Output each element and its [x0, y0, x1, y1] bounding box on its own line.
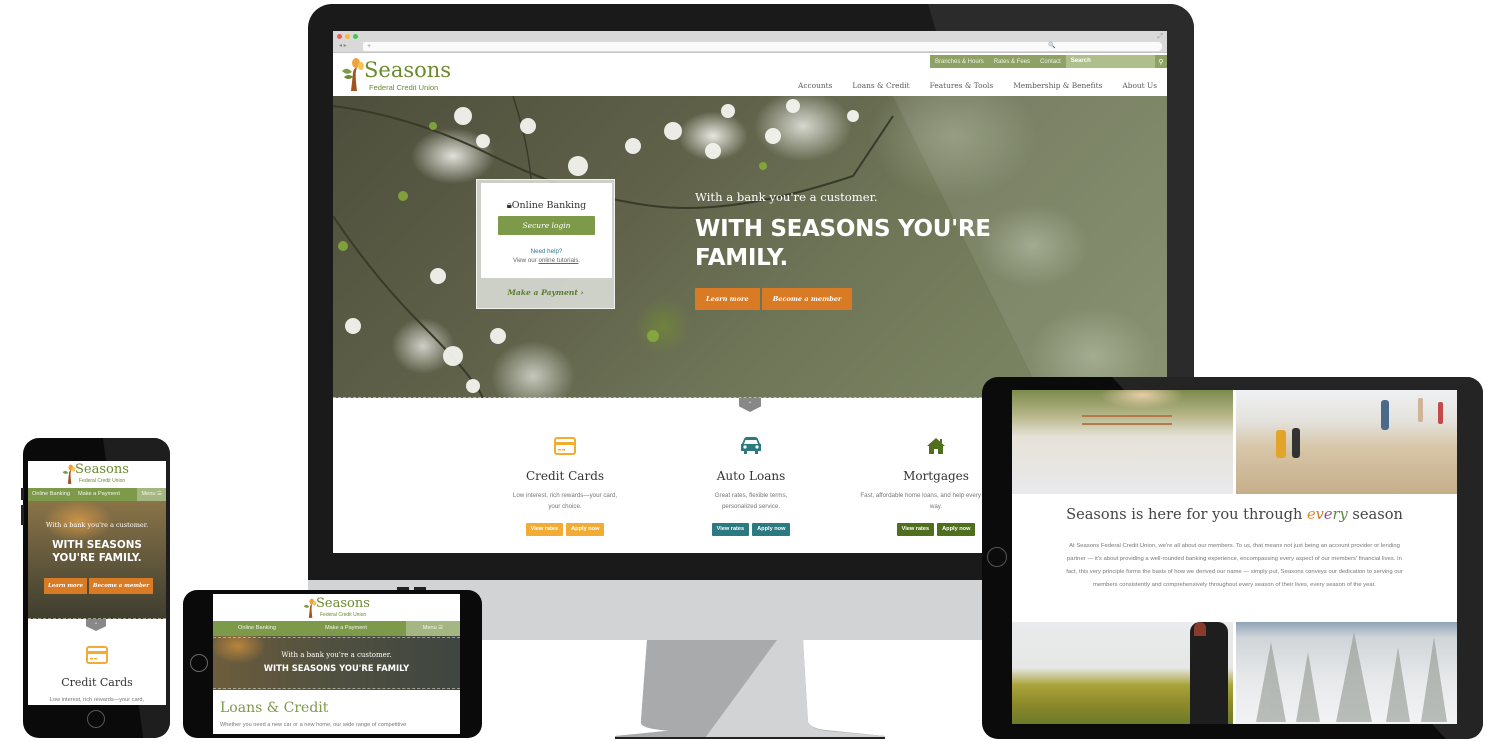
tree-logo-icon	[303, 598, 317, 618]
make-payment-link[interactable]: Make a Payment ›	[477, 288, 614, 297]
menu-button[interactable]: Menu ☰	[406, 621, 460, 636]
utility-link-contact[interactable]: Contact	[1035, 59, 1066, 65]
menu-button[interactable]: Menu ☰	[137, 488, 166, 501]
nav-membership-benefits[interactable]: Membership & Benefits	[1003, 81, 1112, 90]
utility-link-branches[interactable]: Branches & Hours	[930, 59, 989, 65]
learn-more-button[interactable]: Learn more	[695, 288, 760, 310]
phone-volume-button	[21, 505, 24, 525]
scroll-down-tab[interactable]: ⌄	[739, 398, 761, 412]
view-rates-button[interactable]: View rates	[525, 523, 564, 536]
section-title: Loans & Credit	[220, 700, 329, 716]
address-bar[interactable]: +	[363, 42, 1069, 51]
phone-home-button[interactable]	[87, 710, 105, 728]
apply-now-button[interactable]: Apply now	[566, 523, 605, 536]
autumn-hills-photo	[1012, 622, 1233, 724]
nav-about-us[interactable]: About Us	[1112, 81, 1167, 90]
scroll-down-tab[interactable]: ⌄	[86, 619, 106, 631]
phone-side-button	[21, 488, 24, 500]
phone-hero: With a bank you're a customer. WITH SEAS…	[213, 636, 460, 690]
tablet-body-text: At Seasons Federal Credit Union, we're a…	[1066, 543, 1403, 588]
section-text: Whether you need a new car or a new home…	[220, 722, 407, 728]
home-icon	[927, 438, 945, 454]
browser-search-field[interactable]: 🔍	[1044, 42, 1162, 51]
every-emphasis: every	[1307, 506, 1348, 523]
search-icon[interactable]: ⚲	[1155, 57, 1167, 66]
phone-nav-bar: Online Banking Make a Payment Menu ☰	[213, 621, 460, 636]
maximize-dot[interactable]	[353, 34, 358, 39]
car-icon	[741, 437, 761, 454]
phone-nav-bar: Online Banking Make a Payment Menu ☰	[28, 488, 166, 501]
minimize-dot[interactable]	[345, 34, 350, 39]
phone-home-button[interactable]	[190, 654, 208, 672]
close-dot[interactable]	[337, 34, 342, 39]
tablet-section-heading: Seasons is here for you through every se…	[1066, 506, 1403, 523]
main-nav: Accounts Loans & Credit Features & Tools…	[788, 81, 1167, 90]
learn-more-button[interactable]: Learn more	[44, 578, 87, 594]
become-member-button[interactable]: Become a member	[761, 288, 853, 310]
phone-landscape-screen: Seasons Federal Credit Union Online Bank…	[213, 594, 460, 734]
nav-make-payment[interactable]: Make a Payment	[74, 488, 124, 501]
secure-login-button[interactable]: Secure login	[498, 216, 595, 235]
online-tutorials-link[interactable]: online tutorials	[539, 257, 579, 264]
tutorials-text: View our online tutorials.	[512, 257, 581, 264]
hero-tagline: With a bank you're a customer.	[695, 190, 878, 204]
site-search-input[interactable]: Search	[1065, 55, 1155, 68]
view-rates-button[interactable]: View rates	[711, 523, 750, 536]
feature-title: Credit Cards	[61, 676, 133, 689]
hero-headline: WITH SEASONS YOU'RE FAMILY.	[52, 539, 142, 564]
feature-title: Auto Loans	[716, 469, 786, 483]
logo-wordmark: Seasons	[364, 58, 452, 82]
need-help-link[interactable]: Need help?	[481, 248, 612, 255]
online-banking-card: 🔒︎Online Banking Secure login Need help?…	[476, 179, 615, 309]
hero-banner: 🔒︎Online Banking Secure login Need help?…	[333, 96, 1167, 398]
phone-side-button	[397, 587, 409, 590]
nav-features-tools[interactable]: Features & Tools	[920, 81, 1004, 90]
feature-credit-cards: Credit Cards Low interest, rich rewards—…	[485, 435, 645, 536]
tablet-screen: Seasons is here for you through every se…	[1012, 390, 1457, 724]
summer-park-photo	[1012, 390, 1233, 494]
hero-headline: WITH SEASONS YOU'RE FAMILY.	[695, 216, 991, 271]
feature-title: Credit Cards	[525, 469, 605, 483]
feature-description: Low interest, rich rewards—your card,	[49, 697, 145, 703]
credit-card-icon	[554, 437, 576, 455]
winter-forest-photo	[1236, 622, 1457, 724]
phone-volume-button	[414, 587, 426, 590]
nav-online-banking[interactable]: Online Banking	[238, 621, 276, 636]
apply-now-button[interactable]: Apply now	[752, 523, 791, 536]
tablet-home-button[interactable]	[987, 547, 1007, 567]
monitor-stand	[615, 640, 885, 739]
phone-hero: With a bank you're a customer. WITH SEAS…	[28, 501, 166, 619]
utility-nav: Branches & Hours Rates & Fees Contact Se…	[930, 55, 1167, 68]
credit-card-icon	[86, 646, 108, 664]
tree-logo-icon	[62, 464, 76, 484]
tree-logo-icon	[342, 58, 364, 91]
view-rates-button[interactable]: View rates	[896, 523, 935, 536]
feature-description: Great rates, flexible terms, personalize…	[714, 492, 788, 510]
apply-now-button[interactable]: Apply now	[937, 523, 976, 536]
beach-photo	[1236, 390, 1457, 494]
hero-tagline: With a bank you're a customer.	[281, 651, 392, 659]
fullscreen-icon[interactable]: ⤢	[1157, 33, 1163, 41]
nav-loans-credit[interactable]: Loans & Credit	[842, 81, 919, 90]
feature-auto-loans: Auto Loans Great rates, flexible terms, …	[671, 435, 831, 536]
nav-online-banking[interactable]: Online Banking	[28, 488, 74, 501]
nav-accounts[interactable]: Accounts	[788, 81, 842, 90]
browser-nav-arrows[interactable]: ◂ ▸	[339, 42, 347, 49]
online-banking-title: 🔒︎Online Banking	[506, 200, 587, 211]
become-member-button[interactable]: Become a member	[88, 578, 154, 594]
browser-chrome: ◂ ▸ + 🔍 ⤢	[333, 31, 1167, 53]
feature-description: Low interest, rich rewards—your card, yo…	[512, 492, 618, 510]
nav-make-payment[interactable]: Make a Payment	[325, 621, 367, 636]
hero-tagline: With a bank you're a customer.	[45, 521, 149, 529]
utility-link-rates[interactable]: Rates & Fees	[989, 59, 1035, 65]
phone-portrait-screen: Seasons Federal Credit Union Online Bank…	[28, 461, 166, 705]
hero-headline: WITH SEASONS YOU'RE FAMILY	[263, 663, 410, 673]
logo-subtitle: Federal Credit Union	[369, 83, 439, 92]
